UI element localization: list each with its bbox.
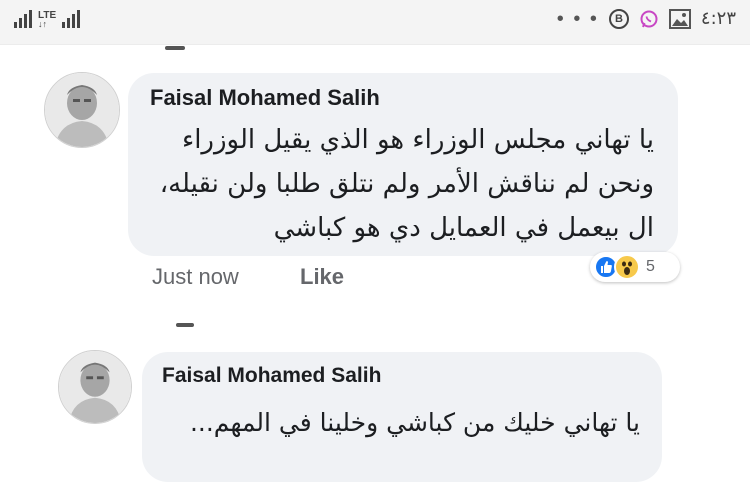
avatar[interactable]: [44, 72, 120, 148]
signal-icon: [14, 10, 32, 28]
comment-text-line: ونحن لم نناقش الأمر ولم نتلق طلبا ولن نق…: [159, 169, 654, 199]
whatsapp-icon: [640, 10, 658, 27]
status-bar-left: LTE ↓↑: [14, 10, 81, 29]
comment-text-line: ال بيعمل في العمايل دي هو كباشي: [273, 213, 654, 243]
thread-line-middle: [176, 323, 194, 327]
status-bar-right: • • • B ٤:٢٣: [557, 8, 736, 29]
like-button[interactable]: Like: [300, 264, 344, 290]
overflow-dots-icon: • • •: [556, 7, 599, 30]
status-bar: LTE ↓↑ • • • B ٤:٢٣: [0, 0, 750, 45]
comment-bubble: Faisal Mohamed Salih يا تهاني خليك من كب…: [142, 352, 662, 482]
comment-author[interactable]: Faisal Mohamed Salih: [162, 364, 381, 388]
avatar[interactable]: [58, 350, 132, 424]
b-app-icon: B: [608, 8, 629, 29]
comment-bubble: Faisal Mohamed Salih يا تهاني مجلس الوزر…: [128, 73, 678, 256]
wow-reaction-icon: [614, 254, 640, 280]
comment-timestamp: Just now: [152, 264, 239, 289]
comment-text-line: يا تهاني مجلس الوزراء هو الذي يقيل الوزر…: [181, 125, 654, 155]
wow-face-icon: [622, 261, 632, 275]
image-notification-icon: [668, 8, 691, 29]
profile-photo: [45, 73, 119, 147]
signal-icon-2: [62, 10, 81, 28]
thumbs-up-icon: [601, 261, 612, 273]
network-indicator: LTE ↓↑: [38, 10, 56, 29]
data-arrows-icon: ↓↑: [38, 18, 47, 29]
reactions-summary[interactable]: 5: [590, 252, 680, 282]
comment-text-line: يا تهاني خليك من كباشي وخلينا في المهم..…: [189, 408, 640, 437]
comment-author[interactable]: Faisal Mohamed Salih: [150, 85, 380, 111]
profile-photo: [59, 351, 131, 423]
thread-line-top: [165, 46, 185, 50]
reaction-count: 5: [646, 258, 655, 275]
clock-time: ٤:٢٣: [700, 8, 736, 29]
